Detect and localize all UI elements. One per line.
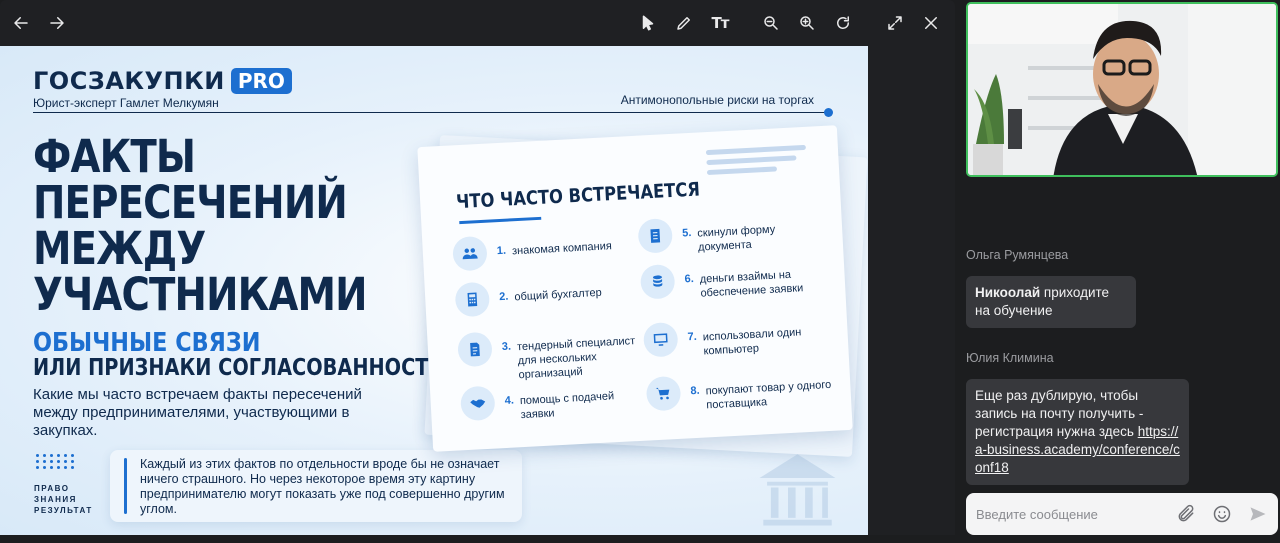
zoom-out-icon[interactable]	[760, 12, 782, 34]
emoji-icon[interactable]	[1212, 504, 1232, 524]
brand-words: ПРАВО ЗНАНИЯ РЕЗУЛЬТАТ	[34, 484, 93, 515]
logo-text: ГОСЗАКУПКИ	[33, 67, 225, 95]
pencil-icon[interactable]	[673, 12, 695, 34]
speaker-video[interactable]	[966, 2, 1278, 177]
chat-message: Никоолай приходите на обучение	[966, 276, 1136, 328]
zoom-in-icon[interactable]	[796, 12, 818, 34]
paperclip-icon[interactable]	[1176, 504, 1196, 524]
card-deco-lines	[705, 144, 807, 180]
title-line: ПЕРЕСЕЧЕНИЙ	[33, 176, 348, 229]
note-text: Каждый из этих фактов по отдельности вро…	[140, 457, 505, 516]
chat-author: Ольга Румянцева	[966, 248, 1069, 262]
slide-topic: Антимонопольные риски на торгах	[620, 93, 814, 107]
viewer-toolbar: Tт	[0, 0, 955, 46]
title-line: ФАКТЫ	[33, 130, 196, 183]
rotate-icon[interactable]	[832, 12, 854, 34]
form-icon	[637, 218, 674, 254]
monitor-icon	[642, 321, 679, 358]
card-title: ЧТО ЧАСТО ВСТРЕЧАЕТСЯ	[455, 178, 701, 214]
speaker-video-frame	[968, 4, 1276, 175]
close-icon[interactable]	[920, 12, 942, 34]
title-line: УЧАСТНИКАМИ	[33, 268, 368, 321]
subtitle-blue: ОБЫЧНЫЕ СВЯЗИ	[33, 328, 261, 358]
list-item: 7. использовали один компьютер	[642, 314, 830, 362]
arrow-left-icon[interactable]	[10, 12, 32, 34]
people-icon	[452, 235, 488, 272]
coins-icon	[639, 263, 676, 300]
cart-icon	[645, 375, 682, 412]
list-item: 2. общий бухгалтер	[454, 274, 641, 318]
institution-deco-icon	[759, 454, 836, 526]
mention: Никоолай	[975, 285, 1041, 300]
list-item: 8. покупают товар у одного поставщика	[645, 368, 833, 416]
divider-dot	[824, 108, 833, 117]
message-input[interactable]	[976, 504, 1166, 524]
list-item: 5. скинули форму документа	[637, 210, 824, 258]
facts-card: ЧТО ЧАСТО ВСТРЕЧАЕТСЯ 1. знакомая компан…	[417, 125, 853, 452]
logo-subtitle: Юрист-эксперт Гамлет Мелкумян	[33, 96, 219, 110]
calculator-icon	[454, 281, 491, 318]
note-box: Каждый из этих фактов по отдельности вро…	[110, 450, 522, 522]
title-line: МЕЖДУ	[33, 222, 206, 275]
app: Tт ГОСЗАКУПКИ PRO Юрист-эксперт Гамлет М…	[0, 0, 1280, 543]
handshake-icon	[459, 385, 496, 422]
list-item: 6. деньги взаймы на обеспечение заявки	[639, 256, 827, 304]
text-icon[interactable]: Tт	[709, 12, 731, 34]
list-item: 1. знакомая компания	[452, 228, 639, 272]
chat-author: Юлия Климина	[966, 351, 1054, 365]
subtitle-dark: ИЛИ ПРИЗНАКИ СОГЛАСОВАННОСТИ?	[33, 355, 456, 381]
text-tool-label: Tт	[711, 14, 730, 32]
brand-dots-icon	[36, 454, 76, 469]
pointer-icon[interactable]	[637, 12, 659, 34]
arrow-right-icon[interactable]	[46, 12, 68, 34]
document-icon	[457, 331, 493, 368]
header-divider	[33, 112, 828, 113]
slide-title: ФАКТЫ ПЕРЕСЕЧЕНИЙ МЕЖДУ УЧАСТНИКАМИ	[33, 130, 368, 321]
presentation-slide: ГОСЗАКУПКИ PRO Юрист-эксперт Гамлет Мелк…	[0, 46, 868, 535]
list-item: 3. тендерный специалист для нескольких о…	[457, 324, 644, 386]
message-input-bar	[966, 493, 1278, 535]
list-item: 4. помощь с подачей заявки	[459, 378, 647, 426]
chat-message: Еще раз дублирую, чтобы запись на почту …	[966, 379, 1189, 485]
facts-list: 1. знакомая компания 2. общий бухгалтер …	[452, 218, 832, 437]
logo: ГОСЗАКУПКИ PRO	[33, 67, 292, 95]
send-icon[interactable]	[1248, 504, 1268, 524]
lead-text: Какие мы часто встречаем факты пересечен…	[33, 386, 362, 439]
logo-badge: PRO	[230, 68, 292, 94]
fullscreen-icon[interactable]	[884, 12, 906, 34]
